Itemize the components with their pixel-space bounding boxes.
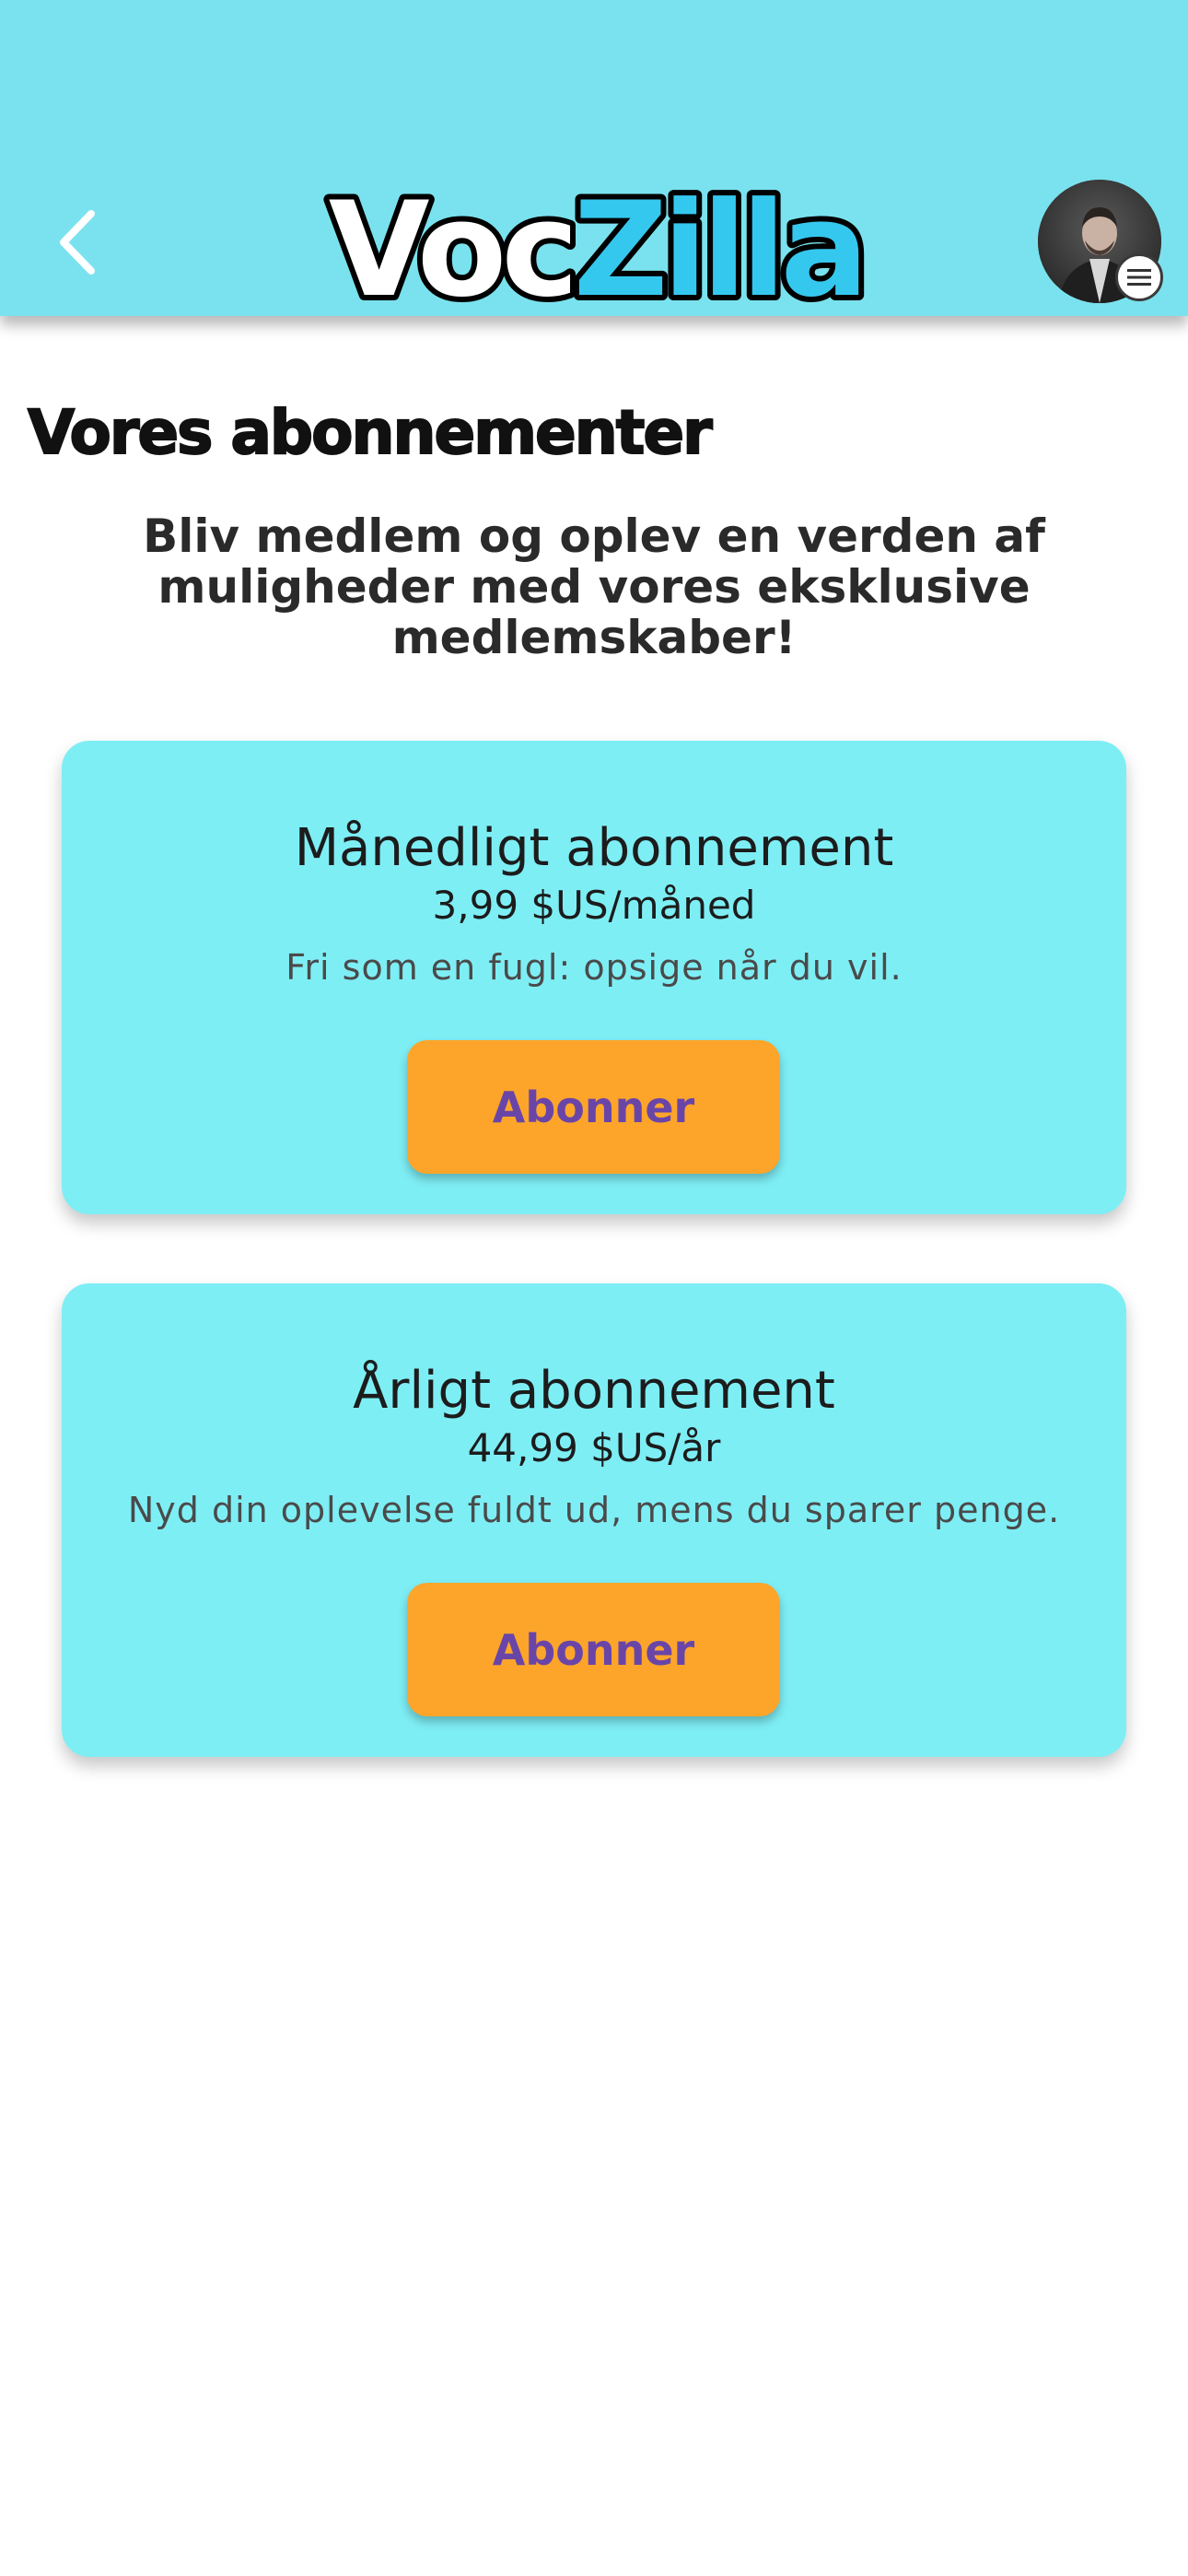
plan-price: 44,99 $US/år <box>467 1425 721 1470</box>
app-bar: VocZilla <box>0 0 1188 316</box>
chevron-left-icon <box>60 209 95 275</box>
profile-menu-button[interactable] <box>1038 180 1163 303</box>
logo-text-zilla: Zilla <box>574 177 864 315</box>
intro-text: Bliv medlem og oplev en verden af muligh… <box>143 509 1045 664</box>
plan-name: Årligt abonnement <box>353 1361 835 1421</box>
menu-badge <box>1115 253 1163 301</box>
menu-icon <box>1127 269 1151 286</box>
plan-description: Fri som en fugl: opsige når du vil. <box>285 947 903 988</box>
subscribe-yearly-button[interactable]: Abonner <box>407 1583 780 1716</box>
page-title: Vores abonnementer <box>27 396 714 469</box>
back-button[interactable] <box>37 189 120 295</box>
plan-card-monthly: Månedligt abonnement 3,99 $US/måned Fri … <box>62 741 1126 1214</box>
plan-card-yearly: Årligt abonnement 44,99 $US/år Nyd din o… <box>62 1283 1126 1757</box>
logo-text-voc: Voc <box>329 177 574 315</box>
plan-price: 3,99 $US/måned <box>432 883 756 928</box>
plan-name: Månedligt abonnement <box>294 818 894 878</box>
subscribe-monthly-button[interactable]: Abonner <box>407 1040 780 1174</box>
svg-text:VocZilla: VocZilla <box>329 177 864 315</box>
plan-description: Nyd din oplevelse fuldt ud, mens du spar… <box>127 1490 1061 1530</box>
voczilla-logo: VocZilla <box>318 177 875 315</box>
